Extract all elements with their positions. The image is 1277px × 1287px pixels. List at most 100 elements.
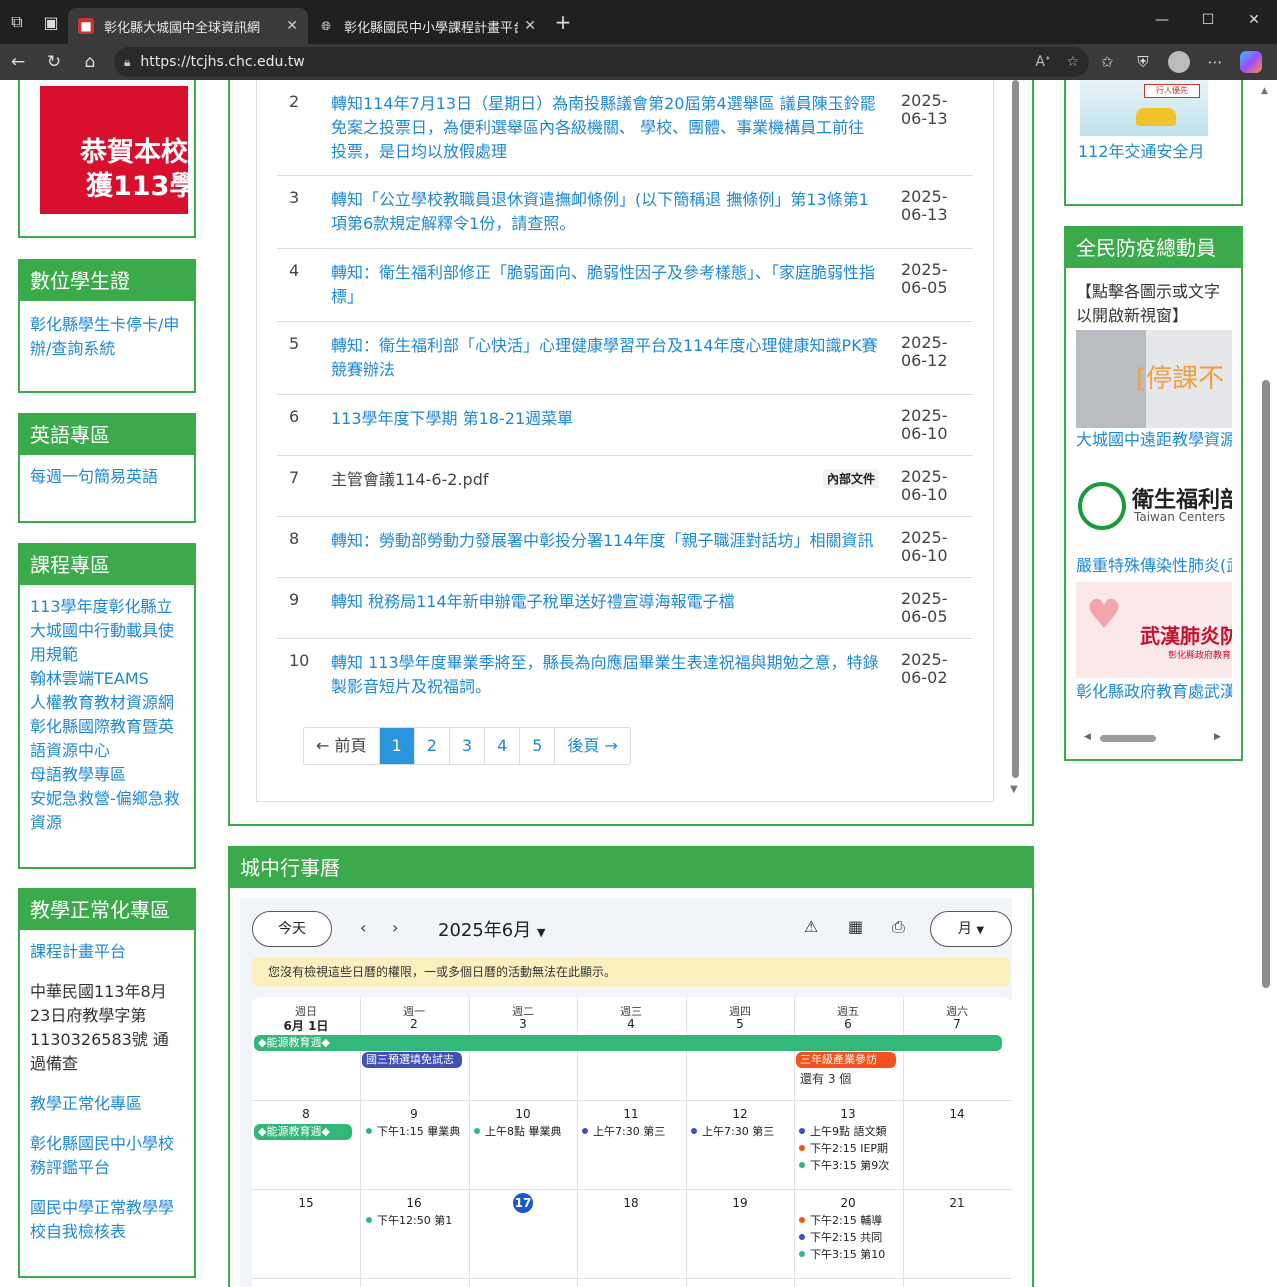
wuhan-pneumonia-image[interactable]: ♥ 武漢肺炎防 彰化縣政府教育 [1076,582,1232,678]
new-tab-icon[interactable]: + [546,0,580,44]
close-tab-icon[interactable]: ✕ [286,18,298,34]
remote-learning-image[interactable]: [停課不 [1076,330,1232,428]
day-number[interactable]: 8 [252,1107,360,1121]
day-number[interactable]: 12 [686,1107,794,1121]
traffic-safety-image[interactable]: 行人優先 [1080,80,1208,136]
day-number[interactable]: 20 [794,1196,902,1210]
view-selector[interactable]: 月 ▼ [930,911,1012,947]
day-number[interactable]: 21 [903,1196,1011,1210]
day-number[interactable]: 7 [903,1017,1011,1031]
mohw-logo[interactable]: 衛生福利部 Taiwan Centers [1076,478,1232,536]
event-item[interactable]: 上午8點 畢業典 [474,1123,574,1140]
prev-month-icon[interactable]: ‹ [360,918,366,937]
evaluation-platform-link[interactable]: 彰化縣國民中小學校務評鑑平台 [30,1132,184,1180]
traffic-safety-link[interactable]: 112年交通安全月 [1078,140,1205,164]
normal-teaching-link[interactable]: 教學正常化專區 [30,1092,184,1116]
day-number[interactable]: 15 [252,1196,360,1210]
today-day-number[interactable]: 17 [469,1193,577,1213]
tab-curriculum-platform[interactable]: 🌐︎ 彰化縣國民中小學課程計畫平台 ✕ [308,8,546,44]
news-row[interactable]: 2 轉知114年7月13日（星期日）為南投縣議會第20屆第4選舉區 議員陳玉鈴罷… [277,80,973,176]
curriculum-platform-link[interactable]: 課程計畫平台 [30,940,184,964]
day-number[interactable]: 19 [686,1196,794,1210]
wuhan-education-link[interactable]: 彰化縣政府教育處武漢 [1076,680,1232,704]
event-grade3-visit[interactable]: 三年級產業參訪 [796,1052,896,1068]
tab-school-site[interactable]: ■ 彰化縣大城國中全球資訊網 ✕ [68,8,308,44]
event-item[interactable]: 下午3:15 第9次 [799,1157,899,1174]
day-number[interactable]: 4 [577,1017,685,1031]
news-row[interactable]: 7 主管會議114-6-2.pdf 內部文件 2025-06-10 [277,456,973,517]
print-icon[interactable]: ⎙ [892,917,905,937]
news-title-link[interactable]: 轉知 113學年度畢業季將至，縣長為向應屆畢業生表達祝福與期勉之意，特錄製影音短… [331,651,879,699]
event-item[interactable]: 上午9點 語文類 [799,1123,899,1140]
horizontal-scrollbar[interactable]: ◀ ▶ [1084,732,1224,744]
page-4-button[interactable]: 4 [485,728,521,764]
news-title-link[interactable]: 轉知114年7月13日（星期日）為南投縣議會第20屆第4選舉區 議員陳玉鈴罷免案… [331,92,879,164]
page-3-button[interactable]: 3 [450,728,486,764]
news-title-link[interactable]: 轉知：勞動部勞動力發展署中彰投分署114年度「親子職涯對話坊」相關資訊 [331,529,879,553]
scroll-down-icon[interactable]: ▼ [1010,784,1018,795]
curriculum-link[interactable]: 113學年度彰化縣立大城國中行動載具使用規範 [30,595,184,667]
curriculum-link[interactable]: 翰林雲端TEAMS [30,667,184,691]
minimize-icon[interactable]: — [1139,0,1185,40]
news-title-link[interactable]: 轉知「公立學校教職員退休資遣撫卹條例」(以下簡稱退 撫條例」第13條第1項第6款… [331,188,879,236]
tab-actions-icon[interactable]: ▣ [34,0,68,44]
day-number[interactable]: 6月 1日 [252,1017,360,1034]
calendar-icon[interactable]: ▦ [848,917,863,936]
curriculum-link[interactable]: 安妮急救營-偏鄉急救資源 [30,787,184,835]
news-title-link[interactable]: 轉知：衛生福利部修正「脆弱面向、脆弱性因子及參考樣態」、「家庭脆弱性指標」 [331,261,879,309]
news-title-link[interactable]: 主管會議114-6-2.pdf [331,468,879,492]
more-icon[interactable]: ⋯ [1197,44,1233,80]
next-page-button[interactable]: 後頁 → [555,728,630,764]
news-row[interactable]: 5 轉知：衛生福利部「心快活」心理健康學習平台及114年度心理健康知識PK賽競賽… [277,322,973,395]
profile-avatar[interactable] [1161,44,1197,80]
curriculum-link[interactable]: 母語教學專區 [30,763,184,787]
day-number[interactable]: 10 [469,1107,577,1121]
news-row[interactable]: 9 轉知 稅務局114年新申辦電子稅單送好禮宣導海報電子檔 2025-06-05 [277,578,973,639]
news-row[interactable]: 3 轉知「公立學校教職員退休資遣撫卹條例」(以下簡稱退 撫條例」第13條第1項第… [277,176,973,249]
news-scrollbar[interactable]: ▼ [1010,80,1020,796]
student-card-link[interactable]: 彰化縣學生卡停卡/申辦/查詢系統 [30,313,184,361]
lock-icon[interactable]: 🔒︎ [124,55,130,70]
workspaces-icon[interactable]: ⧉ [0,0,34,44]
back-icon[interactable]: ← [0,44,36,80]
page-scrollbar[interactable]: ▲ [1260,80,1272,1287]
scrollbar-thumb[interactable] [1262,380,1270,988]
english-link[interactable]: 每週一句簡易英語 [30,465,184,489]
event-item[interactable]: 下午12:50 第1 [366,1212,466,1229]
favorites-icon[interactable]: ✩ [1089,44,1125,80]
prev-page-button[interactable]: ← 前頁 [304,728,380,764]
feedback-icon[interactable]: ⚠ [804,917,818,936]
day-number[interactable]: 9 [360,1107,468,1121]
remote-learning-link[interactable]: 大城國中遠距教學資源 [1076,428,1232,452]
day-number[interactable]: 11 [577,1107,685,1121]
curriculum-link[interactable]: 彰化縣國際教育暨英語資源中心 [30,715,184,763]
event-item[interactable]: 下午2:15 IEP期 [799,1140,899,1157]
event-item[interactable]: 上午7:30 第三 [582,1123,682,1140]
event-item[interactable]: 下午2:15 共同 [799,1229,899,1246]
day-number[interactable]: 14 [903,1107,1011,1121]
today-button[interactable]: 今天 [252,911,332,947]
event-item[interactable]: 下午3:15 第10 [799,1246,899,1263]
event-energy-week[interactable]: ◆能源教育週◆ [254,1035,1002,1051]
news-title-link[interactable]: 113學年度下學期 第18-21週菜單 [331,407,879,431]
event-item[interactable]: 下午1:15 畢業典 [366,1123,466,1140]
scrollbar-thumb[interactable] [1100,735,1156,742]
event-grade9-selection[interactable]: 國三預選填免試志 [362,1052,462,1068]
page-5-button[interactable]: 5 [520,728,556,764]
next-month-icon[interactable]: › [392,918,398,937]
day-number[interactable]: 6 [794,1017,902,1031]
maximize-icon[interactable]: ☐ [1185,0,1231,40]
day-number[interactable]: 16 [360,1196,468,1210]
day-number[interactable]: 5 [686,1017,794,1031]
self-check-link[interactable]: 國民中學正常教學學校自我檢核表 [30,1196,184,1244]
scroll-left-icon[interactable]: ◀ [1084,732,1091,742]
news-row[interactable]: 8 轉知：勞動部勞動力發展署中彰投分署114年度「親子職涯對話坊」相關資訊 20… [277,517,973,578]
news-title-link[interactable]: 轉知：衛生福利部「心快活」心理健康學習平台及114年度心理健康知識PK賽競賽辦法 [331,334,879,382]
scroll-up-icon[interactable]: ▲ [1261,86,1268,96]
event-item[interactable]: 下午2:15 輔導 [799,1212,899,1229]
page-2-button[interactable]: 2 [415,728,450,764]
curriculum-link[interactable]: 人權教育教材資源網 [30,691,184,715]
event-item[interactable]: 上午7:30 第三 [691,1123,791,1140]
shield-icon[interactable]: ⛨ [1125,44,1161,80]
day-number[interactable]: 13 [794,1107,902,1121]
